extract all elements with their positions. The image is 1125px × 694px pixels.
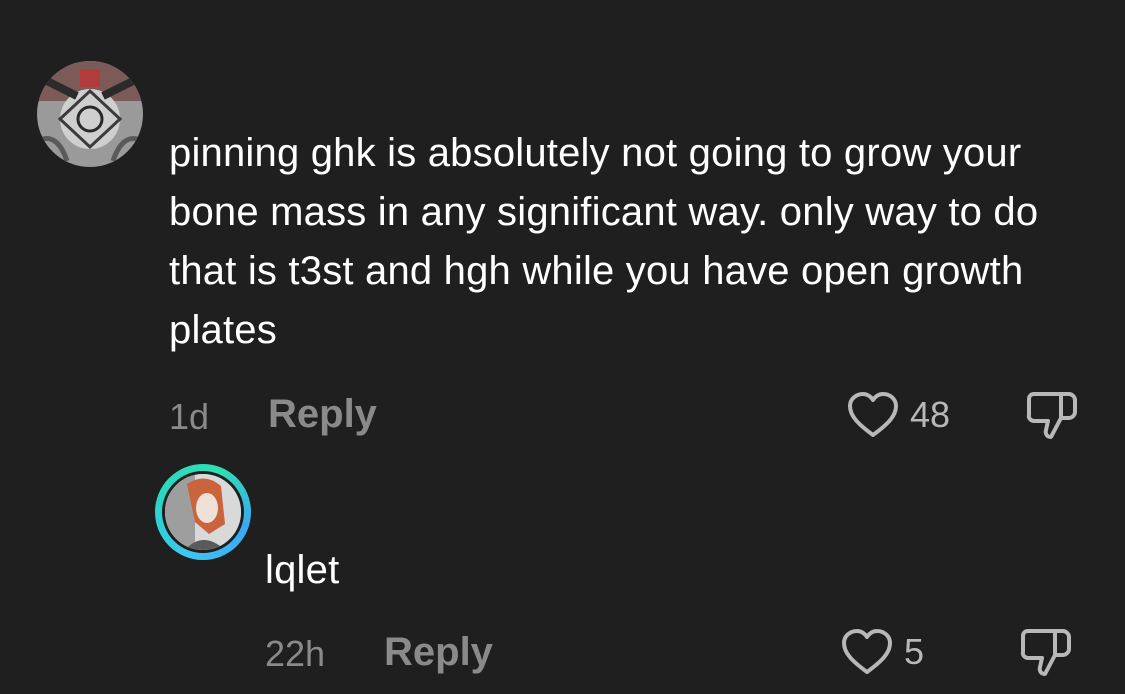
- avatar-image: [37, 61, 143, 167]
- like-count: 5: [904, 631, 925, 672]
- like-button[interactable]: 5: [840, 628, 924, 676]
- like-button[interactable]: 48: [846, 391, 950, 439]
- thumbs-down-outline-icon: [1026, 392, 1077, 439]
- heart-outline-icon: [842, 629, 892, 674]
- comment-timestamp: 1d: [169, 396, 210, 437]
- story-ring[interactable]: [155, 464, 251, 560]
- reply-button[interactable]: Reply: [268, 392, 377, 437]
- commenter-avatar[interactable]: [37, 61, 143, 167]
- dislike-button[interactable]: [1019, 628, 1073, 683]
- comment-text: pinning ghk is absolutely not going to g…: [169, 131, 1039, 352]
- commenter-avatar[interactable]: [162, 471, 244, 553]
- thumbs-down-outline-icon: [1020, 629, 1071, 676]
- heart-outline-icon: [848, 392, 898, 437]
- like-count: 48: [910, 394, 951, 435]
- reply-button[interactable]: Reply: [384, 630, 493, 675]
- dislike-button[interactable]: [1025, 391, 1079, 446]
- comment-text: lqlet: [265, 548, 340, 592]
- avatar-image: [165, 474, 241, 550]
- comment-timestamp: 22h: [265, 633, 326, 674]
